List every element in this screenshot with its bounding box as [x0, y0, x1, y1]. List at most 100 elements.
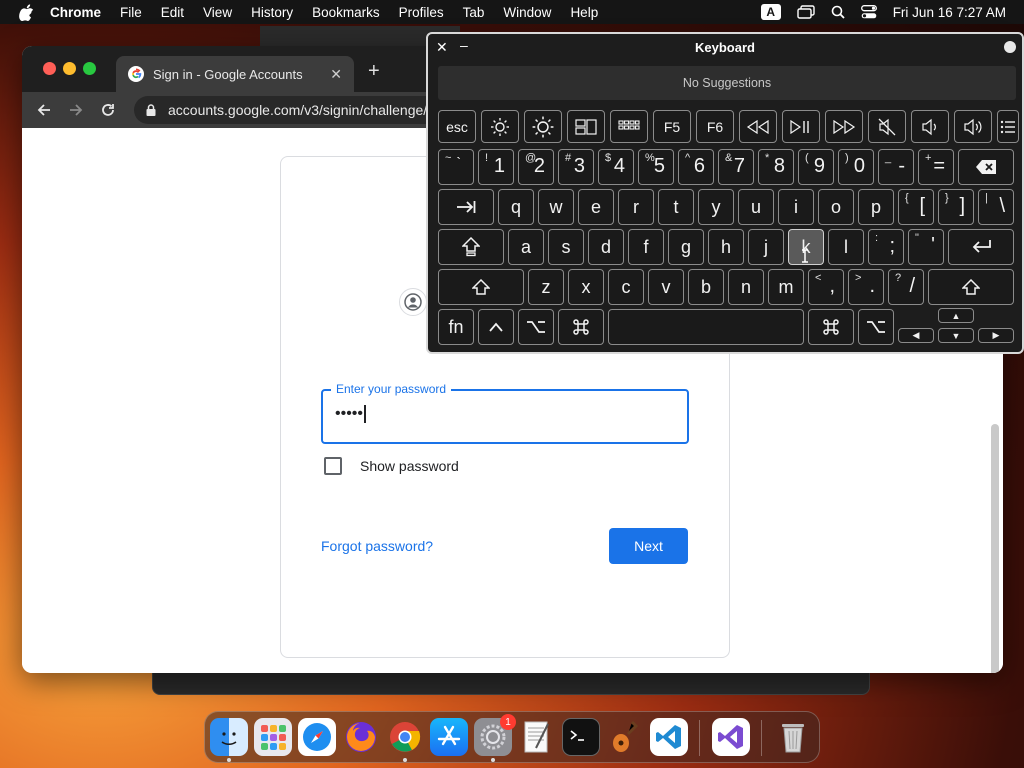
menu-history[interactable]: History [251, 5, 293, 20]
launchpad-icon[interactable] [254, 718, 292, 756]
minimize-window-button[interactable] [63, 62, 76, 75]
menu-tab[interactable]: Tab [463, 5, 485, 20]
key-fn[interactable]: fn [438, 309, 474, 345]
terminal-icon[interactable] [562, 718, 600, 756]
menu-window[interactable]: Window [503, 5, 551, 20]
key-l[interactable]: l [828, 229, 864, 265]
rewind-icon[interactable] [739, 110, 777, 143]
key-9[interactable]: (9 [798, 149, 834, 185]
brightness-down-icon[interactable] [481, 110, 519, 143]
key-v[interactable]: v [648, 269, 684, 305]
show-password-checkbox[interactable] [324, 457, 342, 475]
right-shift-icon[interactable] [928, 269, 1014, 305]
arrow-right-icon[interactable]: ▶ [978, 328, 1014, 343]
launchpad-icon[interactable] [610, 110, 648, 143]
forward-arrow-icon[interactable] [66, 100, 86, 120]
key-open-bracket[interactable]: {[ [898, 189, 934, 225]
key-slash[interactable]: ? / [888, 269, 924, 305]
key-c[interactable]: c [608, 269, 644, 305]
system-settings-icon[interactable]: 1 [474, 714, 516, 756]
key-j[interactable]: j [748, 229, 784, 265]
arrow-down-icon[interactable]: ▼ [938, 328, 974, 343]
caps-lock-icon[interactable] [438, 229, 504, 265]
fast-forward-icon[interactable] [825, 110, 863, 143]
arrow-up-icon[interactable]: ▲ [938, 308, 974, 323]
spotlight-search-icon[interactable] [831, 5, 845, 19]
key-h[interactable]: h [708, 229, 744, 265]
key-period[interactable]: >. [848, 269, 884, 305]
apple-icon[interactable] [16, 2, 36, 22]
lock-icon[interactable] [144, 103, 158, 117]
left-command-key-icon[interactable] [558, 309, 604, 345]
space-bar[interactable] [608, 309, 804, 345]
menu-edit[interactable]: Edit [161, 5, 184, 20]
key-backslash[interactable]: | \ [978, 189, 1014, 225]
control-key-icon[interactable] [478, 309, 514, 345]
menu-clock[interactable]: Fri Jun 16 7:27 AM [893, 5, 1006, 20]
key-t[interactable]: t [658, 189, 694, 225]
key-minus[interactable]: _ - [878, 149, 914, 185]
left-shift-icon[interactable] [438, 269, 524, 305]
key-b[interactable]: b [688, 269, 724, 305]
next-button[interactable]: Next [609, 528, 688, 564]
list-menu-icon[interactable] [997, 110, 1019, 143]
key-w[interactable]: w [538, 189, 574, 225]
page-scrollbar[interactable] [991, 424, 999, 673]
key-u[interactable]: u [738, 189, 774, 225]
key-close-bracket[interactable]: }] [938, 189, 974, 225]
keyboard-options-icon[interactable] [1004, 41, 1016, 53]
key-g[interactable]: g [668, 229, 704, 265]
key-z[interactable]: z [528, 269, 564, 305]
mute-icon[interactable] [868, 110, 906, 143]
key-d[interactable]: d [588, 229, 624, 265]
tab-google-signin[interactable]: Sign in - Google Accounts ✕ [116, 56, 354, 92]
key-y[interactable]: y [698, 189, 734, 225]
menu-app-name[interactable]: Chrome [50, 5, 101, 20]
key-a[interactable]: a [508, 229, 544, 265]
key-n[interactable]: n [728, 269, 764, 305]
chrome-icon[interactable] [386, 718, 424, 756]
key-i[interactable]: i [778, 189, 814, 225]
right-command-key-icon[interactable] [808, 309, 854, 345]
key-r[interactable]: r [618, 189, 654, 225]
right-option-key-icon[interactable] [858, 309, 894, 345]
play-pause-icon[interactable] [782, 110, 820, 143]
visual-studio-icon[interactable] [712, 718, 750, 756]
key-esc[interactable]: esc [438, 110, 476, 143]
vscode-icon[interactable] [650, 718, 688, 756]
mission-control-icon[interactable] [567, 110, 605, 143]
show-password-row[interactable]: Show password [324, 457, 459, 475]
key-7[interactable]: & 7 [718, 149, 754, 185]
new-tab-icon[interactable]: + [368, 60, 380, 83]
textedit-icon[interactable] [518, 718, 556, 756]
key-1[interactable]: ! 1 [478, 149, 514, 185]
key-backtick[interactable]: ~ ` [438, 149, 474, 185]
trash-icon[interactable] [774, 718, 812, 756]
safari-icon[interactable] [298, 718, 336, 756]
volume-up-icon[interactable] [954, 110, 992, 143]
key-q[interactable]: q [498, 189, 534, 225]
app-store-icon[interactable] [430, 718, 468, 756]
screen-mirroring-icon[interactable] [796, 5, 815, 19]
garageband-icon[interactable] [606, 718, 644, 756]
volume-down-icon[interactable] [911, 110, 949, 143]
key-comma[interactable]: <, [808, 269, 844, 305]
key-quote[interactable]: " ' [908, 229, 944, 265]
key-4[interactable]: $4 [598, 149, 634, 185]
key-f5[interactable]: F5 [653, 110, 691, 143]
arrow-left-icon[interactable]: ◀ [898, 328, 934, 343]
key-2[interactable]: @2 [518, 149, 554, 185]
key-x[interactable]: x [568, 269, 604, 305]
close-window-button[interactable] [43, 62, 56, 75]
key-f[interactable]: f [628, 229, 664, 265]
key-semicolon[interactable]: :; [868, 229, 904, 265]
account-avatar-icon[interactable] [399, 288, 427, 316]
forgot-password-link[interactable]: Forgot password? [321, 538, 433, 554]
delete-backspace-icon[interactable] [958, 149, 1014, 185]
key-p[interactable]: p [858, 189, 894, 225]
menu-file[interactable]: File [120, 5, 142, 20]
key-m[interactable]: m [768, 269, 804, 305]
finder-icon[interactable] [210, 718, 248, 756]
key-5[interactable]: % 5 [638, 149, 674, 185]
key-equals[interactable]: + = [918, 149, 954, 185]
